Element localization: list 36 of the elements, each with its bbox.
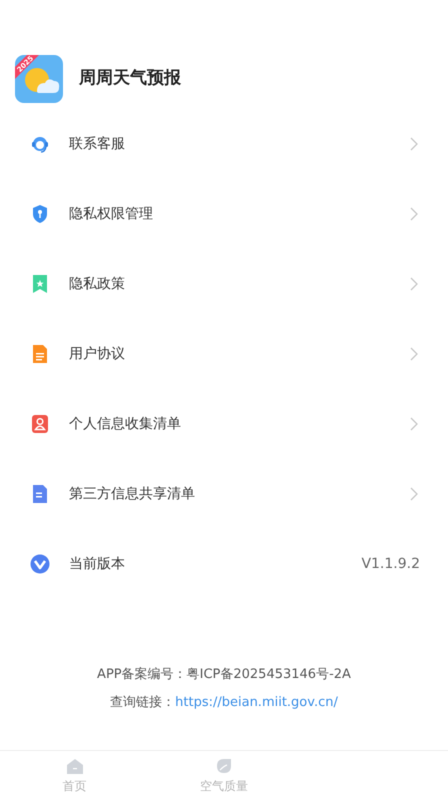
- app-name: 周周天气预报: [79, 67, 181, 90]
- menu-item[interactable]: 当前版本 V1.1.9.2: [0, 529, 448, 599]
- shield-icon: [30, 204, 50, 224]
- version-value: V1.1.9.2: [361, 554, 420, 574]
- menu-item[interactable]: 联系客服: [0, 109, 448, 179]
- query-label: 查询链接：: [110, 694, 176, 712]
- menu-item[interactable]: 隐私权限管理: [0, 179, 448, 249]
- headset-icon: [30, 134, 50, 154]
- file-icon: [30, 484, 50, 504]
- menu-label: 隐私权限管理: [69, 204, 154, 224]
- menu-label: 用户协议: [69, 344, 126, 364]
- document-icon: [30, 344, 50, 364]
- chevron-right-icon: [410, 417, 418, 431]
- menu-item[interactable]: 第三方信息共享清单: [0, 459, 448, 529]
- chevron-right-icon: [410, 137, 418, 151]
- menu-item[interactable]: 用户协议: [0, 319, 448, 389]
- chevron-right-icon: [410, 487, 418, 501]
- menu-label: 个人信息收集清单: [69, 414, 182, 434]
- chevron-right-icon: [410, 347, 418, 361]
- menu-label: 联系客服: [69, 134, 126, 154]
- house-icon: [66, 756, 84, 774]
- bookmark-icon: [30, 274, 50, 294]
- chevron-right-icon: [410, 277, 418, 291]
- tab-label: 空气质量: [200, 778, 248, 794]
- person-icon: [30, 414, 50, 434]
- app-logo: [15, 55, 63, 103]
- v-logo-icon: [30, 554, 50, 574]
- menu-label: 隐私政策: [69, 274, 126, 294]
- leaf-icon: [214, 756, 233, 774]
- tab-label: 首页: [62, 778, 87, 794]
- menu-item[interactable]: 隐私政策: [0, 249, 448, 319]
- record-number: APP备案编号：粤ICP备2025453146号-2A: [97, 666, 351, 684]
- menu-item[interactable]: 个人信息收集清单: [0, 389, 448, 459]
- chevron-right-icon: [410, 207, 418, 221]
- menu-label: 当前版本: [69, 554, 126, 574]
- menu-label: 第三方信息共享清单: [69, 484, 196, 504]
